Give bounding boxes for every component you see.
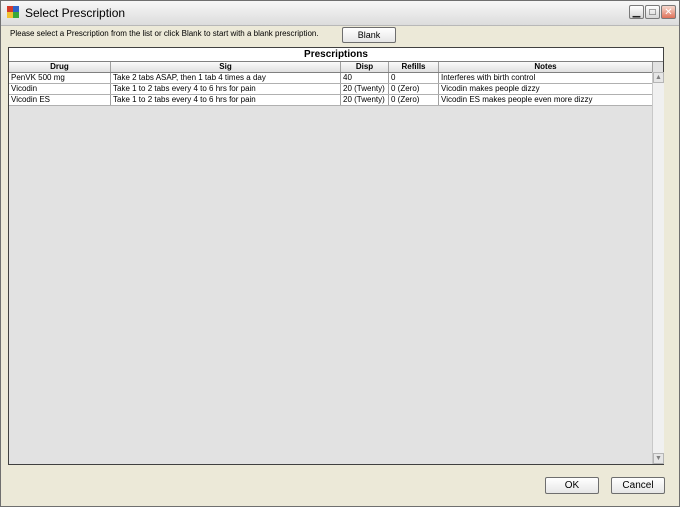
column-header-notes[interactable]: Notes [439,62,653,72]
column-header-refills[interactable]: Refills [389,62,439,72]
cell-sig: Take 2 tabs ASAP, then 1 tab 4 times a d… [111,73,341,83]
cell-disp: 40 [341,73,389,83]
table-row[interactable]: Vicodin ES Take 1 to 2 tabs every 4 to 6… [9,95,653,106]
grid-header-row: Drug Sig Disp Refills Notes [9,62,653,73]
cell-refills: 0 [389,73,439,83]
prescriptions-grid: Prescriptions Drug Sig Disp Refills Note… [8,47,664,465]
table-row[interactable]: Vicodin Take 1 to 2 tabs every 4 to 6 hr… [9,84,653,95]
close-icon[interactable]: ✕ [661,5,676,19]
maximize-icon[interactable]: □ [645,5,660,19]
cell-sig: Take 1 to 2 tabs every 4 to 6 hrs for pa… [111,84,341,94]
cell-disp: 20 (Twenty) [341,95,389,105]
minimize-icon[interactable]: ▁ [629,5,644,19]
cell-notes: Vicodin makes people dizzy [439,84,653,94]
cell-drug: Vicodin [9,84,111,94]
vertical-scrollbar[interactable]: ▲ ▼ [652,72,664,464]
cancel-button[interactable]: Cancel [611,477,665,494]
cell-sig: Take 1 to 2 tabs every 4 to 6 hrs for pa… [111,95,341,105]
cell-notes: Vicodin ES makes people even more dizzy [439,95,653,105]
blank-button[interactable]: Blank [342,27,396,43]
app-icon [7,6,19,18]
cell-drug: Vicodin ES [9,95,111,105]
cell-refills: 0 (Zero) [389,84,439,94]
window-title: Select Prescription [25,6,126,20]
column-header-drug[interactable]: Drug [9,62,111,72]
ok-button[interactable]: OK [545,477,599,494]
scroll-up-icon[interactable]: ▲ [653,72,664,83]
select-prescription-window: Select Prescription ▁ □ ✕ Please select … [0,0,680,507]
scroll-down-icon[interactable]: ▼ [653,453,664,464]
grid-title: Prescriptions [9,48,663,62]
cell-disp: 20 (Twenty) [341,84,389,94]
cell-refills: 0 (Zero) [389,95,439,105]
column-header-disp[interactable]: Disp [341,62,389,72]
column-header-sig[interactable]: Sig [111,62,341,72]
cell-drug: PenVK 500 mg [9,73,111,83]
cell-notes: Interferes with birth control [439,73,653,83]
instruction-text: Please select a Prescription from the li… [10,29,319,38]
title-bar[interactable]: Select Prescription ▁ □ ✕ [1,1,679,26]
table-row[interactable]: PenVK 500 mg Take 2 tabs ASAP, then 1 ta… [9,73,653,84]
